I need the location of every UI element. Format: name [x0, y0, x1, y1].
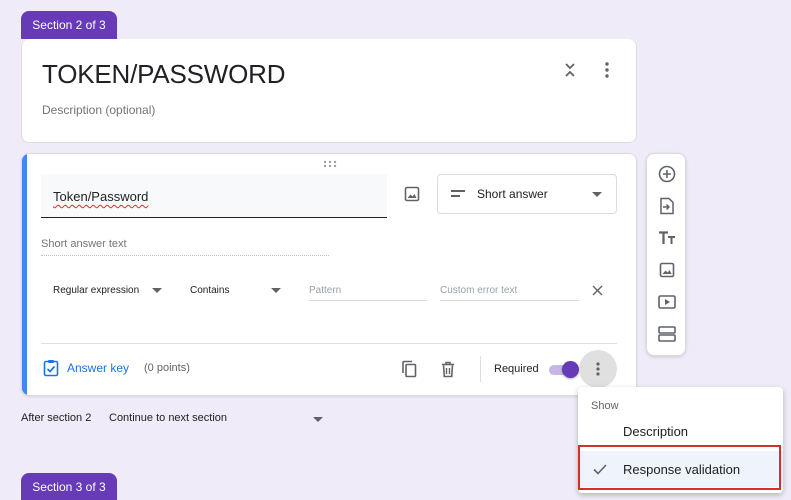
- answer-key-link[interactable]: Answer key: [67, 361, 129, 375]
- add-question-icon[interactable]: [656, 163, 678, 185]
- section-description[interactable]: Description (optional): [42, 103, 155, 117]
- chevron-down-icon: [592, 192, 602, 197]
- more-vert-icon: [596, 362, 600, 376]
- section-title[interactable]: TOKEN/PASSWORD: [42, 59, 285, 90]
- short-answer-preview: Short answer text: [41, 238, 329, 256]
- required-toggle-knob[interactable]: [562, 361, 579, 378]
- answer-key-icon[interactable]: [41, 358, 61, 378]
- menu-header: Show: [591, 400, 619, 412]
- add-section-icon[interactable]: [656, 323, 678, 345]
- drag-handle-icon[interactable]: [323, 160, 337, 168]
- validation-condition-chevron-icon[interactable]: [271, 288, 281, 293]
- after-section-label: After section 2: [21, 412, 92, 424]
- after-section-select[interactable]: Continue to next section: [109, 412, 227, 424]
- menu-item-label: Description: [623, 424, 689, 439]
- more-vert-icon[interactable]: [596, 59, 618, 81]
- add-image-icon[interactable]: [401, 183, 423, 205]
- question-type-label: Short answer: [477, 187, 548, 201]
- question-card[interactable]: Token/Password Short answer Short answer…: [21, 153, 637, 396]
- validation-type-select[interactable]: Regular expression: [53, 285, 139, 296]
- validation-type-chevron-icon[interactable]: [152, 288, 162, 293]
- footer-divider: [41, 343, 617, 344]
- close-icon[interactable]: [588, 281, 606, 299]
- custom-error-input[interactable]: Custom error text: [440, 285, 579, 301]
- question-type-select[interactable]: Short answer: [437, 174, 617, 214]
- validation-condition-select[interactable]: Contains: [190, 285, 229, 296]
- section-tab-next: Section 3 of 3: [21, 473, 117, 500]
- focus-indicator: [22, 154, 27, 395]
- highlight-annotation-box: [578, 445, 781, 490]
- collapse-icon[interactable]: [559, 59, 581, 81]
- required-label: Required: [494, 363, 539, 375]
- section-tab-label: Section 3 of 3: [32, 479, 106, 494]
- after-section-chevron-icon[interactable]: [313, 417, 323, 422]
- section-tab-current: Section 2 of 3: [21, 11, 117, 39]
- pattern-input[interactable]: Pattern: [309, 285, 427, 301]
- add-title-icon[interactable]: [656, 227, 678, 249]
- add-image-icon[interactable]: [656, 259, 678, 281]
- add-video-icon[interactable]: [656, 291, 678, 313]
- delete-icon[interactable]: [438, 359, 458, 379]
- question-title-text: Token/Password: [53, 189, 149, 204]
- footer-vertical-divider: [480, 356, 481, 382]
- duplicate-icon[interactable]: [399, 359, 419, 379]
- section-tab-label: Section 2 of 3: [32, 18, 106, 32]
- more-options-button[interactable]: [579, 350, 617, 388]
- floating-toolbar: [646, 153, 686, 356]
- short-answer-icon: [451, 190, 465, 200]
- import-questions-icon[interactable]: [656, 195, 678, 217]
- points-label: (0 points): [144, 362, 190, 374]
- menu-item-description[interactable]: Description: [578, 413, 783, 449]
- section-header-card[interactable]: TOKEN/PASSWORD Description (optional): [21, 39, 637, 143]
- question-title-field[interactable]: Token/Password: [41, 174, 387, 218]
